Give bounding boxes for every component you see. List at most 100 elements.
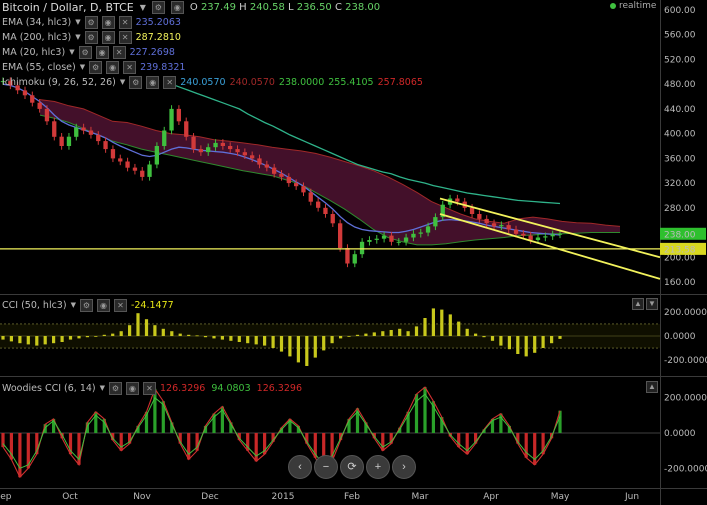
pane-expand-button[interactable]: ▲ (646, 381, 658, 393)
time-tick-label: Sep (0, 492, 12, 502)
settings-icon[interactable]: ⚙ (84, 15, 98, 29)
candle-body (477, 214, 482, 219)
eye-icon[interactable]: ◉ (106, 60, 120, 74)
close-icon[interactable]: ✕ (113, 298, 127, 312)
symbol-title[interactable]: Bitcoin / Dollar, D, BTCE (2, 1, 134, 14)
chevron-down-icon[interactable]: ▼ (75, 18, 80, 26)
indicator-name[interactable]: MA (20, hlc3) (2, 47, 65, 58)
cci-bar (330, 336, 334, 344)
woodies-bar (187, 433, 191, 460)
eye-icon[interactable]: ◉ (101, 30, 115, 44)
cci-tick-label: 200.0000 (664, 308, 707, 318)
cci-name[interactable]: CCI (50, hlc3) (2, 300, 67, 311)
cci-bar (26, 336, 30, 345)
cci-bar (237, 336, 241, 342)
candle-body (374, 238, 379, 240)
settings-icon[interactable]: ⚙ (89, 60, 103, 74)
chevron-down-icon[interactable]: ▼ (140, 3, 146, 12)
zoom-in-button[interactable]: + (366, 455, 390, 479)
close-icon[interactable]: ✕ (112, 45, 126, 59)
eye-icon[interactable]: ◉ (96, 298, 110, 312)
cci-bar (246, 336, 250, 344)
eye-icon[interactable]: ◉ (95, 45, 109, 59)
cci-bar (288, 336, 292, 357)
cci-bar (490, 336, 495, 341)
close-icon[interactable]: ✕ (118, 30, 132, 44)
cci-bar (220, 336, 224, 340)
settings-icon[interactable]: ⚙ (84, 30, 98, 44)
cci-bar (406, 331, 410, 336)
zoom-out-button[interactable]: − (314, 455, 338, 479)
pane-collapse-button[interactable]: ▲ (632, 298, 644, 310)
cci-bar (229, 336, 233, 341)
cci-legend: CCI (50, hlc3) ▼ ⚙ ◉ ✕ -24.1477 (2, 298, 174, 312)
price-tick-label: 160.00 (664, 278, 696, 288)
cci-bar (170, 331, 174, 336)
scroll-left-button[interactable]: ‹ (288, 455, 312, 479)
woodies-bar (153, 388, 157, 433)
indicator-name[interactable]: Ichimoku (9, 26, 52, 26) (2, 77, 116, 88)
cci-bar (440, 309, 444, 336)
candle-body (403, 237, 409, 242)
pane-expand-button[interactable]: ▼ (646, 298, 658, 310)
chevron-down-icon[interactable]: ▼ (75, 33, 80, 41)
chevron-down-icon[interactable]: ▼ (71, 301, 76, 309)
eye-icon[interactable]: ◉ (126, 381, 140, 395)
settings-icon[interactable]: ⚙ (79, 298, 93, 312)
woodies-name[interactable]: Woodies CCI (6, 14) (2, 383, 96, 394)
cci-bar (347, 336, 351, 337)
indicator-name[interactable]: EMA (55, close) (2, 62, 76, 73)
close-icon[interactable]: ✕ (118, 15, 132, 29)
candle-body (88, 130, 94, 135)
time-tick-label: Apr (483, 492, 499, 502)
settings-icon[interactable]: ⚙ (109, 381, 123, 395)
candle-body (301, 186, 306, 193)
eye-icon[interactable]: ◉ (170, 0, 184, 14)
indicator-value: 227.2698 (129, 46, 175, 58)
indicator-legend-row: EMA (34, hlc3) ▼ ⚙ ◉ ✕ 235.2063 (2, 15, 181, 29)
cci-bar (1, 336, 5, 340)
candle-body (543, 236, 548, 238)
indicator-name[interactable]: MA (200, hlc3) (2, 32, 71, 43)
candle-body (433, 217, 438, 227)
close-icon[interactable]: ✕ (123, 60, 137, 74)
price-tick-label: 560.00 (664, 31, 696, 41)
cci-bar (94, 336, 98, 337)
reset-button[interactable]: ⟳ (340, 455, 364, 479)
woodies-bar (499, 413, 503, 433)
eye-icon[interactable]: ◉ (101, 15, 115, 29)
cci-bar (153, 325, 157, 336)
chevron-down-icon[interactable]: ▼ (120, 78, 125, 86)
candle-body (37, 102, 42, 109)
indicator-name[interactable]: EMA (34, hlc3) (2, 17, 71, 28)
cci-bar (136, 313, 140, 336)
indicator-legend-row: MA (20, hlc3) ▼ ⚙ ◉ ✕ 227.2698 (2, 45, 175, 59)
candle-body (103, 141, 108, 150)
time-tick-label: Dec (201, 492, 218, 502)
candle-body (279, 173, 284, 177)
close-icon[interactable]: ✕ (163, 75, 177, 89)
close-icon[interactable]: ✕ (143, 381, 157, 395)
eye-icon[interactable]: ◉ (146, 75, 160, 89)
cci-bar (465, 328, 469, 336)
price-tick-label: 480.00 (664, 80, 696, 90)
candle-body (206, 147, 211, 153)
chevron-down-icon[interactable]: ▼ (69, 48, 74, 56)
price-tick-label: 440.00 (664, 105, 696, 115)
candle-body (74, 127, 79, 137)
time-tick-label: Jun (624, 492, 639, 502)
chevron-down-icon[interactable]: ▼ (80, 63, 85, 71)
scroll-right-button[interactable]: › (392, 455, 416, 479)
settings-icon[interactable]: ⚙ (78, 45, 92, 59)
candle-body (198, 149, 203, 153)
price-tick-label: 520.00 (664, 55, 696, 65)
cci-bar (305, 336, 309, 366)
cci-bar (144, 319, 149, 336)
candle-body (521, 233, 526, 236)
candle-body (110, 149, 116, 159)
settings-icon[interactable]: ⚙ (151, 0, 165, 14)
cci-bar (339, 336, 343, 339)
cci-bar (212, 336, 216, 339)
settings-icon[interactable]: ⚙ (129, 75, 143, 89)
chevron-down-icon[interactable]: ▼ (100, 384, 105, 392)
